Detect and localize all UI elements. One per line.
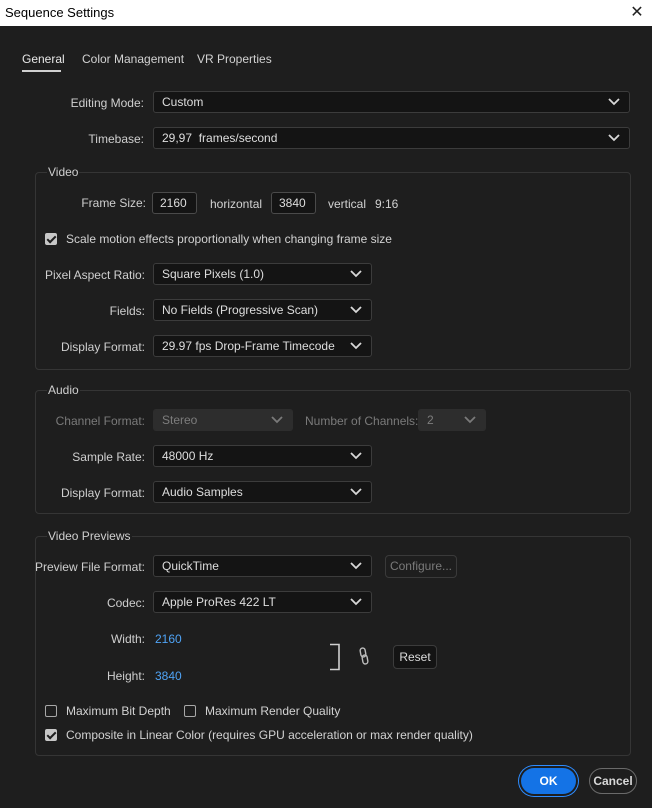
editing-mode-dropdown[interactable]: Custom [153, 91, 630, 113]
chevron-down-icon [464, 416, 476, 424]
timebase-value: 29,97 frames/second [162, 131, 278, 145]
codec-label: Codec: [106, 596, 145, 610]
editing-mode-value: Custom [162, 95, 204, 109]
scale-motion-label: Scale motion effects proportionally when… [66, 232, 392, 246]
codec-value: Apple ProRes 422 LT [162, 595, 276, 609]
chevron-down-icon [350, 306, 362, 314]
preview-height-value[interactable]: 3840 [155, 669, 182, 683]
max-bit-depth-label: Maximum Bit Depth [66, 704, 171, 718]
audio-display-format-label: Display Format: [60, 486, 145, 500]
tab-color-management[interactable]: Color Management [82, 52, 184, 66]
timebase-dropdown[interactable]: 29,97 frames/second [153, 127, 630, 149]
chevron-down-icon [350, 270, 362, 278]
video-display-format-label: Display Format: [60, 340, 145, 354]
preview-format-label: Preview File Format: [34, 560, 145, 574]
sample-rate-dropdown[interactable]: 48000 Hz [153, 445, 372, 467]
video-display-format-dropdown[interactable]: 29.97 fps Drop-Frame Timecode [153, 335, 372, 357]
chevron-down-icon [350, 598, 362, 606]
fields-value: No Fields (Progressive Scan) [162, 303, 319, 317]
timebase-label: Timebase: [88, 132, 144, 146]
frame-width-input[interactable]: 2160 [152, 192, 197, 214]
link-chain-icon[interactable] [359, 647, 369, 665]
pixel-aspect-value: Square Pixels (1.0) [162, 267, 265, 281]
preview-height-label: Height: [106, 669, 145, 683]
audio-display-format-dropdown[interactable]: Audio Samples [153, 481, 372, 503]
preview-format-value: QuickTime [162, 559, 219, 573]
audio-display-format-value: Audio Samples [162, 485, 243, 499]
configure-button: Configure... [385, 555, 457, 578]
channel-format-dropdown: Stereo [153, 409, 293, 431]
max-bit-depth-checkbox[interactable] [45, 705, 57, 717]
vertical-label: vertical [328, 197, 367, 211]
chevron-down-icon [350, 342, 362, 350]
tab-general[interactable]: General [22, 52, 65, 66]
preview-format-dropdown[interactable]: QuickTime [153, 555, 372, 577]
frame-size-label: Frame Size: [81, 196, 146, 210]
chevron-down-icon [271, 416, 283, 424]
reset-button[interactable]: Reset [393, 645, 437, 669]
composite-linear-label: Composite in Linear Color (requires GPU … [66, 728, 473, 742]
aspect-ratio-readout: 9:16 [375, 197, 399, 211]
chevron-down-icon [350, 562, 362, 570]
chevron-down-icon [608, 134, 620, 142]
composite-linear-checkbox[interactable] [45, 729, 57, 741]
chevron-down-icon [350, 452, 362, 460]
preview-width-value[interactable]: 2160 [155, 632, 182, 646]
sample-rate-label: Sample Rate: [72, 450, 145, 464]
codec-dropdown[interactable]: Apple ProRes 422 LT [153, 591, 372, 613]
link-bracket-icon [330, 643, 340, 671]
max-render-quality-checkbox[interactable] [184, 705, 196, 717]
sample-rate-value: 48000 Hz [162, 449, 214, 463]
channel-format-value: Stereo [162, 413, 198, 427]
num-channels-dropdown: 2 [418, 409, 486, 431]
pixel-aspect-label: Pixel Aspect Ratio: [44, 268, 145, 282]
channel-format-label: Channel Format: [55, 414, 145, 428]
fields-dropdown[interactable]: No Fields (Progressive Scan) [153, 299, 372, 321]
close-icon[interactable]: ✕ [626, 2, 648, 22]
pixel-aspect-dropdown[interactable]: Square Pixels (1.0) [153, 263, 372, 285]
frame-height-input[interactable]: 3840 [271, 192, 316, 214]
title-bar: Sequence Settings ✕ [0, 0, 652, 26]
active-tab-indicator [22, 70, 61, 72]
cancel-button[interactable]: Cancel [589, 768, 637, 794]
num-channels-label: Number of Channels: [305, 414, 419, 428]
chevron-down-icon [608, 98, 620, 106]
tab-vr-properties[interactable]: VR Properties [197, 52, 272, 66]
preview-width-label: Width: [110, 632, 145, 646]
num-channels-value: 2 [427, 413, 434, 427]
fields-label: Fields: [109, 304, 145, 318]
video-previews-group-title: Video Previews [47, 529, 132, 543]
editing-mode-label: Editing Mode: [70, 96, 144, 110]
ok-button[interactable]: OK [521, 768, 576, 794]
audio-group-title: Audio [47, 383, 80, 397]
chevron-down-icon [350, 488, 362, 496]
video-group-title: Video [47, 165, 80, 179]
scale-motion-checkbox[interactable] [45, 233, 57, 245]
video-display-format-value: 29.97 fps Drop-Frame Timecode [162, 339, 335, 353]
horizontal-label: horizontal [210, 197, 263, 211]
window-title: Sequence Settings [5, 5, 115, 20]
max-render-quality-label: Maximum Render Quality [205, 704, 341, 718]
